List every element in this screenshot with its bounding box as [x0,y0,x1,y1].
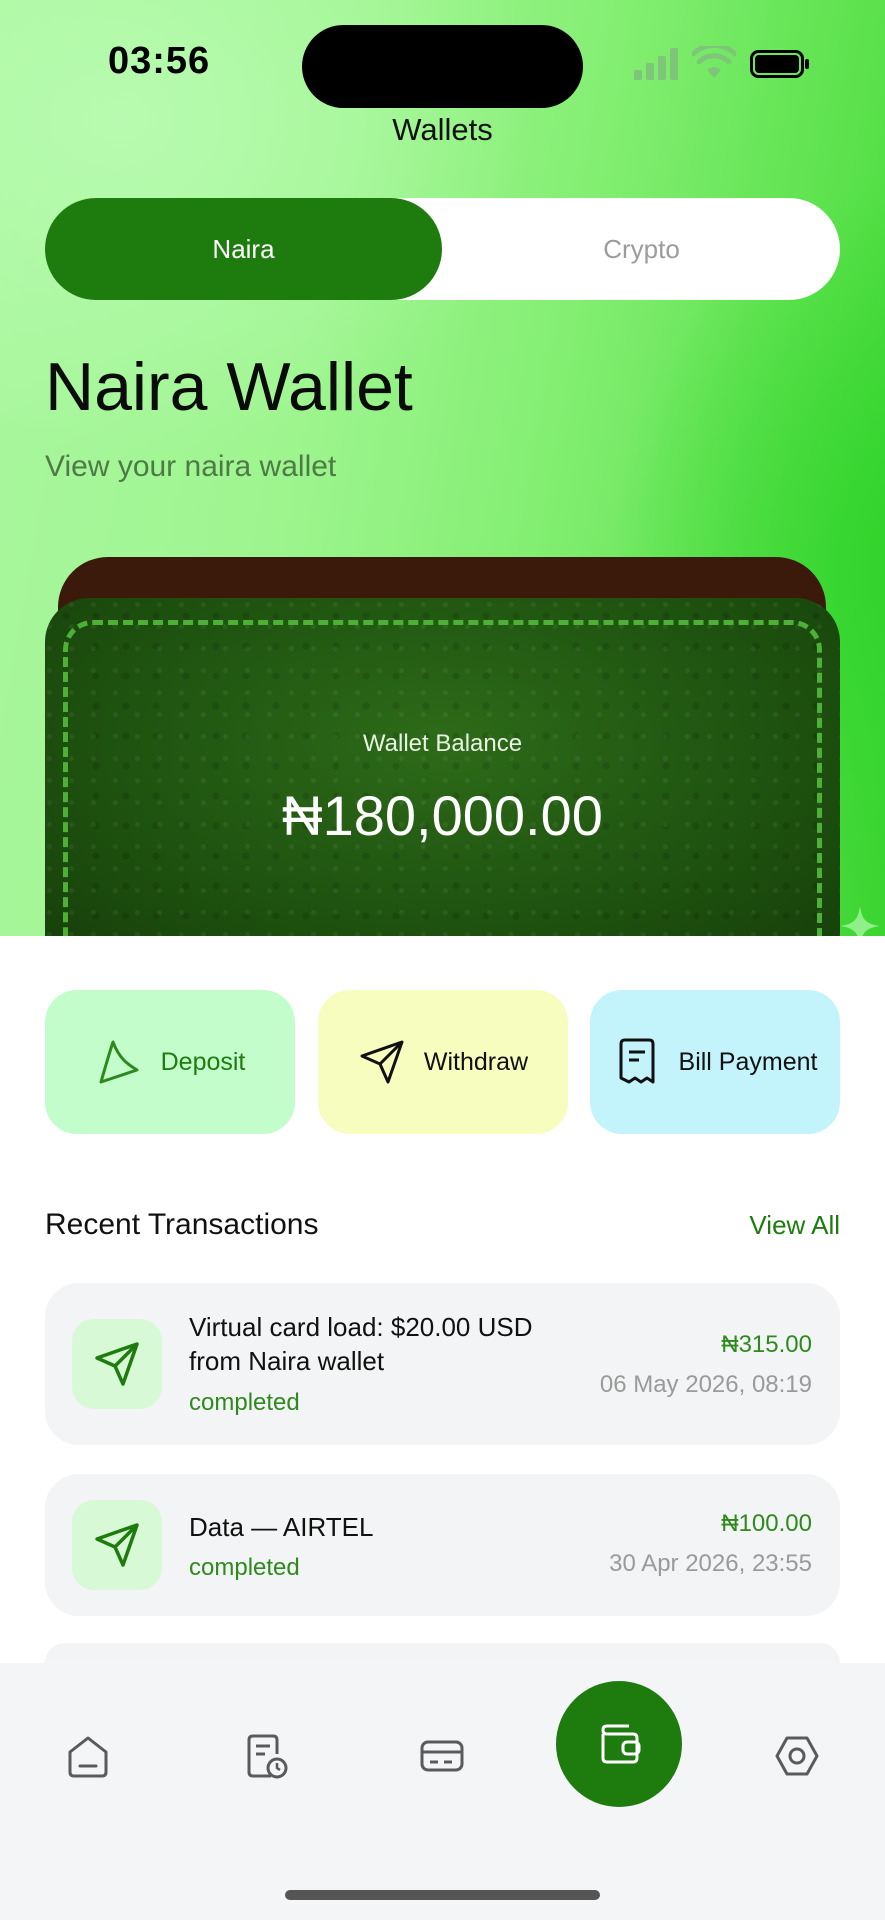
sparkle-icon [840,906,880,936]
home-icon [68,1736,108,1778]
home-indicator [285,1890,600,1900]
transaction-date: 30 Apr 2026, 23:55 [609,1550,812,1577]
balance-label: Wallet Balance [362,730,523,757]
wallet-icon [601,1724,641,1764]
cellular-signal-icon [634,48,678,80]
transaction-icon [72,1319,162,1409]
wifi-icon [692,46,736,78]
transaction-status: completed [189,1554,300,1581]
wallet-type-toggle: Naira Crypto [45,198,840,300]
receipt-icon [619,1038,655,1084]
bill-payment-button[interactable]: Bill Payment [590,990,840,1134]
transaction-description: Virtual card load: $20.00 USD from Naira… [189,1312,533,1376]
battery-icon [750,50,809,78]
wallet-subtitle: View your naira wallet [45,450,337,483]
send-icon [360,1040,404,1084]
deposit-icon [99,1040,139,1084]
transaction-row[interactable]: Data — AIRTEL completed ₦100.00 30 Apr 2… [45,1474,840,1616]
dynamic-island [302,25,583,108]
wallet-card: Wallet Balance ₦180,000.00 [45,598,840,936]
tab-naira[interactable]: Naira [45,198,442,300]
bottom-nav [0,1663,885,1920]
history-icon [247,1734,288,1779]
withdraw-label: Withdraw [423,1047,529,1076]
page-title: Wallets [392,112,493,147]
settings-icon [775,1736,819,1776]
nav-cards[interactable] [407,1721,477,1791]
transaction-date: 06 May 2026, 08:19 [599,1371,812,1398]
nav-wallets[interactable] [556,1681,682,1807]
view-all-link[interactable]: View All [749,1210,840,1241]
deposit-label: Deposit [160,1047,246,1076]
send-icon [95,1523,139,1567]
deposit-button[interactable]: Deposit [45,990,295,1134]
card-stitching [63,620,822,936]
send-icon [95,1342,139,1386]
transaction-icon [72,1500,162,1590]
nav-settings[interactable] [762,1721,832,1791]
transaction-status: completed [189,1389,300,1416]
transaction-description: Data — AIRTEL [189,1512,374,1542]
transaction-amount: ₦100.00 [721,1510,812,1537]
nav-history[interactable] [230,1721,300,1791]
wallet-title: Naira Wallet [45,349,413,425]
hero-header: 03:56 Wallets Naira Crypto Naira Wallet … [0,0,885,936]
nav-home[interactable] [53,1721,123,1791]
withdraw-button[interactable]: Withdraw [318,990,568,1134]
card-icon [420,1740,464,1772]
balance-amount: ₦180,000.00 [282,784,603,847]
transaction-amount: ₦315.00 [721,1331,812,1358]
status-time: 03:56 [108,40,211,82]
tab-crypto[interactable]: Crypto [443,198,840,300]
recent-transactions-title: Recent Transactions [45,1208,319,1241]
bill-payment-label: Bill Payment [678,1047,818,1076]
transaction-row[interactable]: Virtual card load: $20.00 USD from Naira… [45,1283,840,1445]
